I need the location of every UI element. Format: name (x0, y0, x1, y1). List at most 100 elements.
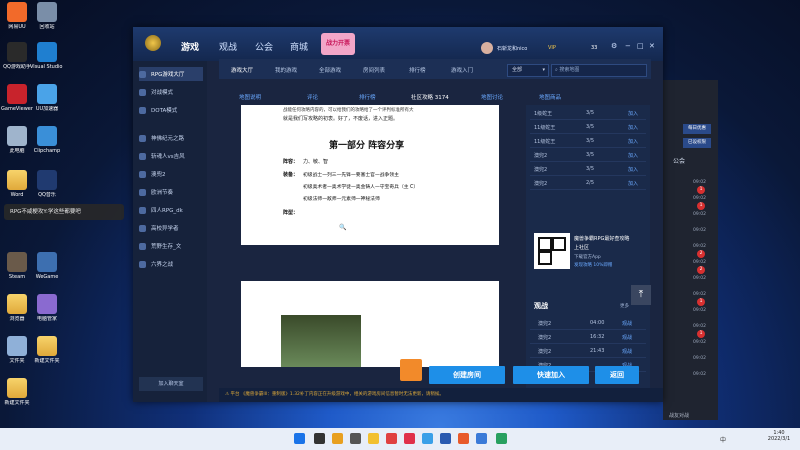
document-page-2 (241, 281, 499, 367)
desktop-icon-uu[interactable]: 网易UU (0, 2, 34, 30)
nav-guild[interactable]: 公会 (255, 40, 273, 53)
quick-join-button[interactable]: 快速加入 (513, 366, 589, 384)
back-time: 09:02 (693, 372, 706, 377)
join-link[interactable]: 加入 (628, 166, 638, 173)
desktop-icon-word[interactable]: Word (0, 170, 34, 198)
create-room-button[interactable]: 创建房间 (429, 366, 505, 384)
tab-ranking[interactable]: 排行榜 (409, 66, 426, 74)
taskbar-app-icon[interactable] (314, 433, 325, 444)
watch-link[interactable]: 观战 (622, 348, 632, 355)
tab-intro[interactable]: 游戏入门 (451, 66, 473, 74)
sidebar-item-10[interactable]: 六界之战 (139, 257, 203, 271)
qr-line4[interactable]: 发现攻略 10%即赠 (574, 262, 612, 268)
taskbar-app-icon[interactable] (404, 433, 415, 444)
taskbar-app-icon[interactable] (440, 433, 451, 444)
desktop-icon-folder-4[interactable]: 新建文件夹 (0, 378, 34, 406)
scroll-top-button[interactable]: ⤒ (631, 285, 651, 305)
subtab-community[interactable]: 社区攻略 3174 (411, 93, 449, 101)
join-link[interactable]: 加入 (628, 180, 638, 187)
sidebar-item-3[interactable]: 神佛纪元之路 (139, 131, 203, 145)
desktop-icon-qq[interactable]: QQ游戏助手 (0, 42, 34, 70)
desktop-icon-folder-3[interactable]: 新建文件夹 (30, 336, 64, 364)
back-time: 09:02 (693, 212, 706, 217)
join-link[interactable]: 加入 (628, 138, 638, 145)
minimize-icon[interactable]: − (625, 42, 631, 50)
avatar[interactable] (481, 42, 493, 54)
back-tab-0[interactable]: 每日优惠 (683, 124, 711, 134)
subtab-discussion[interactable]: 地图讨论 (481, 93, 503, 101)
sidebar-item-label: 四人RPG_dk (151, 208, 183, 214)
taskbar-app-icon[interactable] (422, 433, 433, 444)
close-icon[interactable]: ✕ (649, 42, 655, 50)
app-icon (7, 252, 27, 272)
maximize-icon[interactable]: □ (637, 42, 644, 50)
desktop-icon-recycle[interactable]: 回收站 (30, 2, 64, 30)
join-link[interactable]: 加入 (628, 110, 638, 117)
sidebar-item-0[interactable]: RPG游戏大厅 (139, 67, 203, 81)
doc-label-type: 阵型： (283, 210, 299, 216)
nav-watch[interactable]: 观战 (219, 40, 237, 53)
nav-shop[interactable]: 商城 (290, 40, 308, 53)
desktop-icon-steam[interactable]: Steam (0, 252, 34, 280)
edge-icon[interactable] (496, 433, 507, 444)
promo-badge[interactable]: 战力开票 (321, 33, 355, 55)
taskbar-app-icon[interactable] (332, 433, 343, 444)
taskbar-app-icon[interactable] (386, 433, 397, 444)
sidebar-item-6[interactable]: 欧洲节奏 (139, 185, 203, 199)
main-tabs: 游戏大厅 我的游戏 全部游戏 房间列表 排行榜 游戏入门 全部 ▾ ⌕ 搜索地图 (219, 59, 651, 79)
subtab-map-info[interactable]: 地图说明 (239, 93, 261, 101)
tab-my-games[interactable]: 我的游戏 (275, 66, 297, 74)
sidebar-item-9[interactable]: 荒野生存_文 (139, 239, 203, 253)
desktop-icon-vscode[interactable]: Visual Studio Code (30, 42, 64, 70)
clock[interactable]: 1:40 2022/3/1 (764, 430, 794, 442)
main-window[interactable]: 游戏 观战 公会 商城 战力开票 石斩龙和nico VIP 33 ⚙ − □ ✕… (133, 27, 663, 402)
taskbar-app-icon[interactable] (368, 433, 379, 444)
sidebar-item-1[interactable]: 对战模式 (139, 85, 203, 99)
join-link[interactable]: 加入 (628, 152, 638, 159)
taskbar-app-icon[interactable] (350, 433, 361, 444)
sidebar-item-2[interactable]: DOTA模式 (139, 103, 203, 117)
user-name[interactable]: 石斩龙和nico (497, 45, 527, 52)
desktop-icon-gameviewer[interactable]: GameViewer (0, 84, 34, 112)
taskbar-app-icon[interactable] (458, 433, 469, 444)
back-tab-1[interactable]: 已设权限 (683, 138, 711, 148)
desktop-icon-qqmusic[interactable]: QQ音乐 (30, 170, 64, 198)
desktop-icon-wegame[interactable]: WeGame (30, 252, 64, 280)
watch-link[interactable]: 观战 (622, 320, 632, 327)
search-input[interactable]: ⌕ 搜索地图 (551, 64, 647, 77)
tab-lobby[interactable]: 游戏大厅 (231, 66, 253, 74)
watch-more-link[interactable]: 更多 (620, 303, 629, 309)
nav-game[interactable]: 游戏 (181, 40, 199, 53)
sidebar-item-5[interactable]: 澳兜2 (139, 167, 203, 181)
tab-all-games[interactable]: 全部游戏 (319, 66, 341, 74)
zoom-icon[interactable]: 🔍 (339, 224, 346, 231)
filter-select[interactable]: 全部 ▾ (507, 64, 549, 77)
watch-link[interactable]: 观战 (622, 334, 632, 341)
subtab-comments[interactable]: 评论 (307, 93, 318, 101)
back-window[interactable]: 每日优惠 已设权限 公会 09:02 09:02 09:02 09:02 09:02 09… (663, 80, 718, 420)
join-link[interactable]: 加入 (628, 124, 638, 131)
sidebar-item-8[interactable]: 高校异学者 (139, 221, 203, 235)
sidebar-item-7[interactable]: 四人RPG_dk (139, 203, 203, 217)
desktop-icon-uu2[interactable]: UU加速器 (30, 84, 64, 112)
desktop-icon-folder-1[interactable]: 浏览器 (0, 294, 34, 322)
taskbar-app-icon[interactable] (476, 433, 487, 444)
tab-rooms[interactable]: 房间列表 (363, 66, 385, 74)
desktop-icon-folder-2[interactable]: 文件夹 (0, 336, 34, 364)
subtab-ranking[interactable]: 排行榜 (359, 93, 376, 101)
settings-icon[interactable]: ⚙ (611, 42, 617, 50)
sidebar-item-4[interactable]: 斩魂人vs吉风 (139, 149, 203, 163)
sidebar-item-label: 六界之战 (151, 262, 174, 268)
gift-icon[interactable] (400, 359, 422, 381)
start-icon[interactable] (294, 433, 305, 444)
back-button[interactable]: 返回 (595, 366, 639, 384)
room-row: 澳兜2 3/5 加入 (530, 149, 646, 162)
language-indicator[interactable]: 中 (720, 435, 726, 444)
desktop-icon-pc[interactable]: 此电脑 (0, 126, 34, 154)
subtab-goods[interactable]: 地图商品 (539, 93, 561, 101)
desktop-icon-clipchamp[interactable]: Clipchamp (30, 126, 64, 154)
desktop-icon-manager[interactable]: 电脑管家 (30, 294, 64, 322)
sidebar-bottom-button[interactable]: 加入聊天室 (139, 377, 203, 391)
watch-time: 04:00 (590, 320, 605, 326)
room-score: 3/5 (586, 166, 595, 172)
